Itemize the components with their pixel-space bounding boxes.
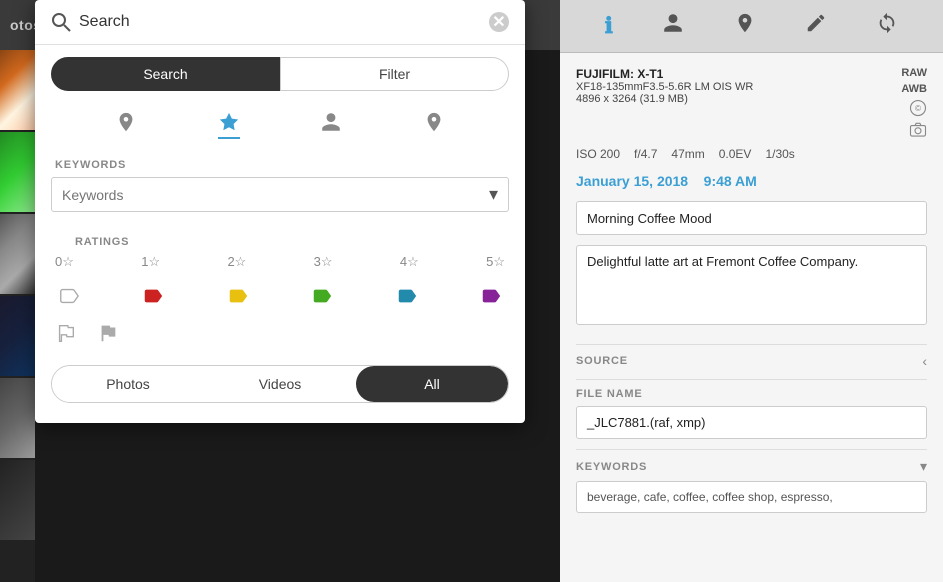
description-field[interactable]: Delightful latte art at Fremont Coffee C… xyxy=(576,245,927,325)
rating-4[interactable]: 4☆ xyxy=(400,254,419,270)
color-label-green[interactable] xyxy=(308,282,336,310)
person-filter-icon[interactable] xyxy=(320,111,342,139)
keywords-row: ▾ xyxy=(51,177,509,212)
rating-5[interactable]: 5☆ xyxy=(486,254,505,270)
pin-filter-icon[interactable] xyxy=(115,111,137,139)
camera-info-left: FUJIFILM: X-T1 XF18-135mmF3.5-5.6R LM OI… xyxy=(576,67,901,139)
color-labels-row xyxy=(55,282,505,310)
search-header: ✕ xyxy=(35,0,525,45)
ratings-section: RATINGS 0☆ 1☆ 2☆ 3☆ 4☆ 5☆ xyxy=(35,228,525,349)
rating-1[interactable]: 1☆ xyxy=(141,254,160,270)
videos-button[interactable]: Videos xyxy=(204,366,356,402)
photo-thumbnails xyxy=(0,50,35,582)
keywords-chevron-icon[interactable]: ▾ xyxy=(920,458,927,475)
iso-value: ISO 200 xyxy=(576,147,620,161)
keywords-section-header: KEYWORDS ▾ xyxy=(576,449,927,481)
search-button[interactable] xyxy=(51,12,71,32)
person-toolbar-icon[interactable] xyxy=(662,12,684,40)
edit-toolbar-icon[interactable] xyxy=(805,12,827,40)
filename-section-header: FILE NAME xyxy=(576,379,927,406)
flagged-flag[interactable] xyxy=(97,322,119,349)
rating-2[interactable]: 2☆ xyxy=(227,254,246,270)
color-label-red[interactable] xyxy=(139,282,167,310)
thumb-5[interactable] xyxy=(0,378,35,458)
color-label-yellow[interactable] xyxy=(224,282,252,310)
thumb-3[interactable] xyxy=(0,214,35,294)
thumb-6[interactable] xyxy=(0,460,35,540)
photos-button[interactable]: Photos xyxy=(52,366,204,402)
all-button[interactable]: All xyxy=(356,366,508,402)
left-panel: otos ✕ Search Filter xyxy=(0,0,560,582)
camera-meta: FUJIFILM: X-T1 XF18-135mmF3.5-5.6R LM OI… xyxy=(576,67,927,139)
camera-badges: RAW AWB © xyxy=(901,67,927,139)
media-type-row: Photos Videos All xyxy=(51,365,509,403)
thumb-2[interactable] xyxy=(0,132,35,212)
rating-3[interactable]: 3☆ xyxy=(314,254,333,270)
time-value: 9:48 AM xyxy=(704,173,757,189)
source-label: SOURCE xyxy=(576,355,628,367)
color-label-purple[interactable] xyxy=(477,282,505,310)
filter-icons-row xyxy=(35,103,525,147)
search-tab[interactable]: Search xyxy=(51,57,280,91)
rating-0[interactable]: 0☆ xyxy=(55,254,74,270)
keywords-input[interactable] xyxy=(62,187,489,203)
svg-text:©: © xyxy=(915,104,921,113)
keywords-dropdown-icon[interactable]: ▾ xyxy=(489,184,498,205)
thumb-4[interactable] xyxy=(0,296,35,376)
lens-model: XF18-135mmF3.5-5.6R LM OIS WR xyxy=(576,81,901,93)
location-toolbar-icon[interactable] xyxy=(734,12,756,40)
right-content: FUJIFILM: X-T1 XF18-135mmF3.5-5.6R LM OI… xyxy=(560,53,943,582)
copyright-icon: © xyxy=(909,99,927,117)
filter-tab[interactable]: Filter xyxy=(280,57,509,91)
source-chevron-icon[interactable]: ‹ xyxy=(922,353,927,369)
keywords-value: beverage, cafe, coffee, coffee shop, esp… xyxy=(576,481,927,513)
keywords-section-label: KEYWORDS xyxy=(576,461,647,473)
location-filter-icon[interactable] xyxy=(423,111,445,139)
date-value: January 15, 2018 xyxy=(576,173,688,189)
search-overlay: ✕ Search Filter xyxy=(35,0,525,423)
filename-value: _JLC7881.(raf, xmp) xyxy=(576,406,927,439)
focal-value: 47mm xyxy=(671,147,704,161)
color-label-none[interactable] xyxy=(55,282,83,310)
title-field[interactable] xyxy=(576,201,927,235)
image-dimensions: 4896 x 3264 (31.9 MB) xyxy=(576,93,901,105)
ratings-label: RATINGS xyxy=(55,228,505,254)
raw-badge: RAW xyxy=(901,67,927,79)
search-filter-tabs: Search Filter xyxy=(35,45,525,103)
filename-label: FILE NAME xyxy=(576,388,642,400)
source-section-header: SOURCE ‹ xyxy=(576,344,927,375)
ratings-grid: 0☆ 1☆ 2☆ 3☆ 4☆ 5☆ xyxy=(55,254,505,270)
search-icon xyxy=(51,12,71,32)
right-toolbar: ℹ xyxy=(560,0,943,53)
sync-toolbar-icon[interactable] xyxy=(876,12,898,40)
search-input[interactable] xyxy=(79,13,481,31)
shutter-value: 1/30s xyxy=(765,147,794,161)
unflagged-flag[interactable] xyxy=(55,322,77,349)
star-filter-icon[interactable] xyxy=(218,111,240,139)
right-panel: ℹ FUJIFILM: X-T1 XF18-135 xyxy=(560,0,943,582)
camera-model: FUJIFILM: X-T1 xyxy=(576,67,901,81)
info-toolbar-icon[interactable]: ℹ xyxy=(605,13,613,39)
thumb-1[interactable] xyxy=(0,50,35,130)
aperture-value: f/4.7 xyxy=(634,147,657,161)
flag-labels-row xyxy=(55,322,505,349)
awb-badge: AWB xyxy=(901,83,927,95)
camera-icon xyxy=(909,121,927,139)
color-label-teal[interactable] xyxy=(393,282,421,310)
exif-row: ISO 200 f/4.7 47mm 0.0EV 1/30s xyxy=(576,147,927,161)
keywords-label: KEYWORDS xyxy=(35,151,525,177)
date-time-row: January 15, 2018 9:48 AM xyxy=(576,173,927,189)
close-search-button[interactable]: ✕ xyxy=(489,12,509,32)
ev-value: 0.0EV xyxy=(719,147,752,161)
